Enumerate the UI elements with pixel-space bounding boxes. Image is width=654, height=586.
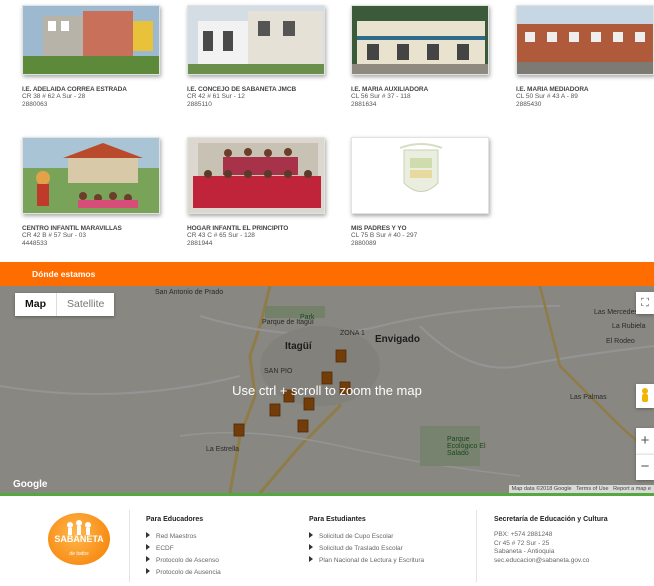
school-card[interactable]: I.E. MARIA AUXILIADORA CL 56 Sur # 37 - … [351,5,489,109]
sabaneta-logo[interactable]: SABANETA de todos [48,513,110,565]
logo-subtext: de todos [69,551,89,557]
footer-separator [476,510,477,582]
school-name[interactable]: MIS PADRES Y YO [351,225,489,232]
map-type-map-button[interactable]: Map [15,293,56,316]
footer: SABANETA de todos Para Educadores Red Ma… [0,496,654,586]
school-phone: 2880089 [351,240,377,247]
children-photo [23,138,159,213]
building-photo [352,6,488,74]
building-photo [517,6,653,74]
figures-icon [67,520,91,535]
arrow-right-icon [146,532,150,538]
footer-link[interactable]: ECDF [146,543,221,555]
street-view-pegman[interactable] [636,384,654,408]
secretaria-title: Secretaría de Educación y Cultura [494,516,608,523]
section-title: Dónde estamos [32,269,96,279]
fullscreen-button[interactable]: ⛶ [636,292,654,314]
school-card[interactable]: CENTRO INFANTIL MARAVILLAS CR 42 B # 57 … [22,137,160,248]
school-card[interactable]: MIS PADRES Y YO CL 75 B Sur # 40 - 297 2… [351,137,489,248]
school-card[interactable]: I.E. ADELAIDA CORREA ESTRADA CR 38 # 62 … [22,5,160,109]
school-address: CR 43 C # 65 Sur - 128 [187,232,255,239]
school-photo[interactable] [22,137,160,214]
secretaria-column: Secretaría de Educación y Cultura PBX: +… [494,516,608,565]
school-photo[interactable] [187,137,325,214]
arrow-right-icon [146,544,150,550]
school-photo[interactable] [22,5,160,75]
school-photo[interactable] [187,5,325,75]
arrow-right-icon [309,544,313,550]
school-phone: 4448533 [22,240,48,247]
contact-phone: PBX: +574 2881248 [494,531,553,538]
contact-address: Cr 45 # 72 Sur - 25 [494,539,550,547]
map-type-control[interactable]: Map Satellite [15,293,115,316]
map-embed[interactable]: San Antonio de Prado Parque de Itagüí It… [0,286,654,493]
footer-link[interactable]: Red Maestros [146,531,221,543]
school-name[interactable]: I.E. ADELAIDA CORREA ESTRADA [22,86,160,93]
school-card[interactable]: I.E. CONCEJO DE SABANETA JMCB CR 42 # 61… [187,5,325,109]
footer-link[interactable]: Protocolo de Ascenso [146,555,221,567]
school-name[interactable]: I.E. CONCEJO DE SABANETA JMCB [187,86,325,93]
school-phone: 2881944 [187,240,213,247]
school-address: CL 50 Sur # 43 A - 89 [516,93,578,100]
pegman-icon [642,388,648,402]
estudiantes-title: Para Estudiantes [309,516,366,523]
zoom-hint: Use ctrl + scroll to zoom the map [232,383,422,398]
school-card[interactable]: HOGAR INFANTIL EL PRINCIPITO CR 43 C # 6… [187,137,325,248]
building-photo [23,6,159,74]
school-address: CR 42 B # 57 Sur - 03 [22,232,86,239]
coat-of-arms-icon [352,138,488,213]
arrow-right-icon [309,556,313,562]
location-section-header: Dónde estamos [0,262,654,286]
page: I.E. ADELAIDA CORREA ESTRADA CR 38 # 62 … [0,0,654,586]
school-name[interactable]: I.E. MARIA AUXILIADORA [351,86,489,93]
estudiantes-column: Para Estudiantes Solicitud de Cupo Escol… [309,516,424,567]
footer-link[interactable]: Protocolo de Ausencia [146,567,221,579]
school-phone: 2885110 [187,101,212,108]
zoom-out-button[interactable]: − [636,454,654,480]
footer-link[interactable]: Plan Nacional de Lectura y Escritura [309,555,424,567]
arrow-right-icon [146,556,150,562]
school-photo[interactable] [351,137,489,214]
google-logo: Google [13,479,48,490]
school-phone: 2880063 [22,101,48,108]
school-photo[interactable] [351,5,489,75]
school-name[interactable]: HOGAR INFANTIL EL PRINCIPITO [187,225,325,232]
school-name[interactable]: I.E. MARIA MEDIADORA [516,86,654,93]
arrow-right-icon [309,532,313,538]
building-photo [188,6,324,74]
contact-city: Sabaneta - Antioquia [494,548,555,555]
footer-link[interactable]: Solicitud de Traslado Escolar [309,543,424,555]
school-photo[interactable] [516,5,654,75]
school-address: CR 38 # 62 A Sur - 28 [22,93,86,100]
zoom-in-button[interactable]: + [636,428,654,454]
educadores-title: Para Educadores [146,516,204,523]
map-attribution[interactable]: Map data ©2018 Google Terms of Use Repor… [508,485,654,493]
map-type-satellite-button[interactable]: Satellite [56,293,114,316]
school-phone: 2881634 [351,101,377,108]
school-phone: 2885430 [516,101,542,108]
school-card[interactable]: I.E. MARIA MEDIADORA CL 50 Sur # 43 A - … [516,5,654,109]
school-address: CL 75 B Sur # 40 - 297 [351,232,418,239]
contact-email[interactable]: sec.educacion@sabaneta.gov.co [494,557,608,566]
footer-link[interactable]: Solicitud de Cupo Escolar [309,531,424,543]
school-address: CR 42 # 61 Sur - 12 [187,93,245,100]
educadores-column: Para Educadores Red Maestros ECDF Protoc… [146,516,221,579]
footer-separator [129,510,130,582]
arrow-right-icon [146,568,150,574]
group-photo [188,138,324,213]
school-name[interactable]: CENTRO INFANTIL MARAVILLAS [22,225,160,232]
school-address: CL 56 Sur # 37 - 118 [351,93,411,100]
